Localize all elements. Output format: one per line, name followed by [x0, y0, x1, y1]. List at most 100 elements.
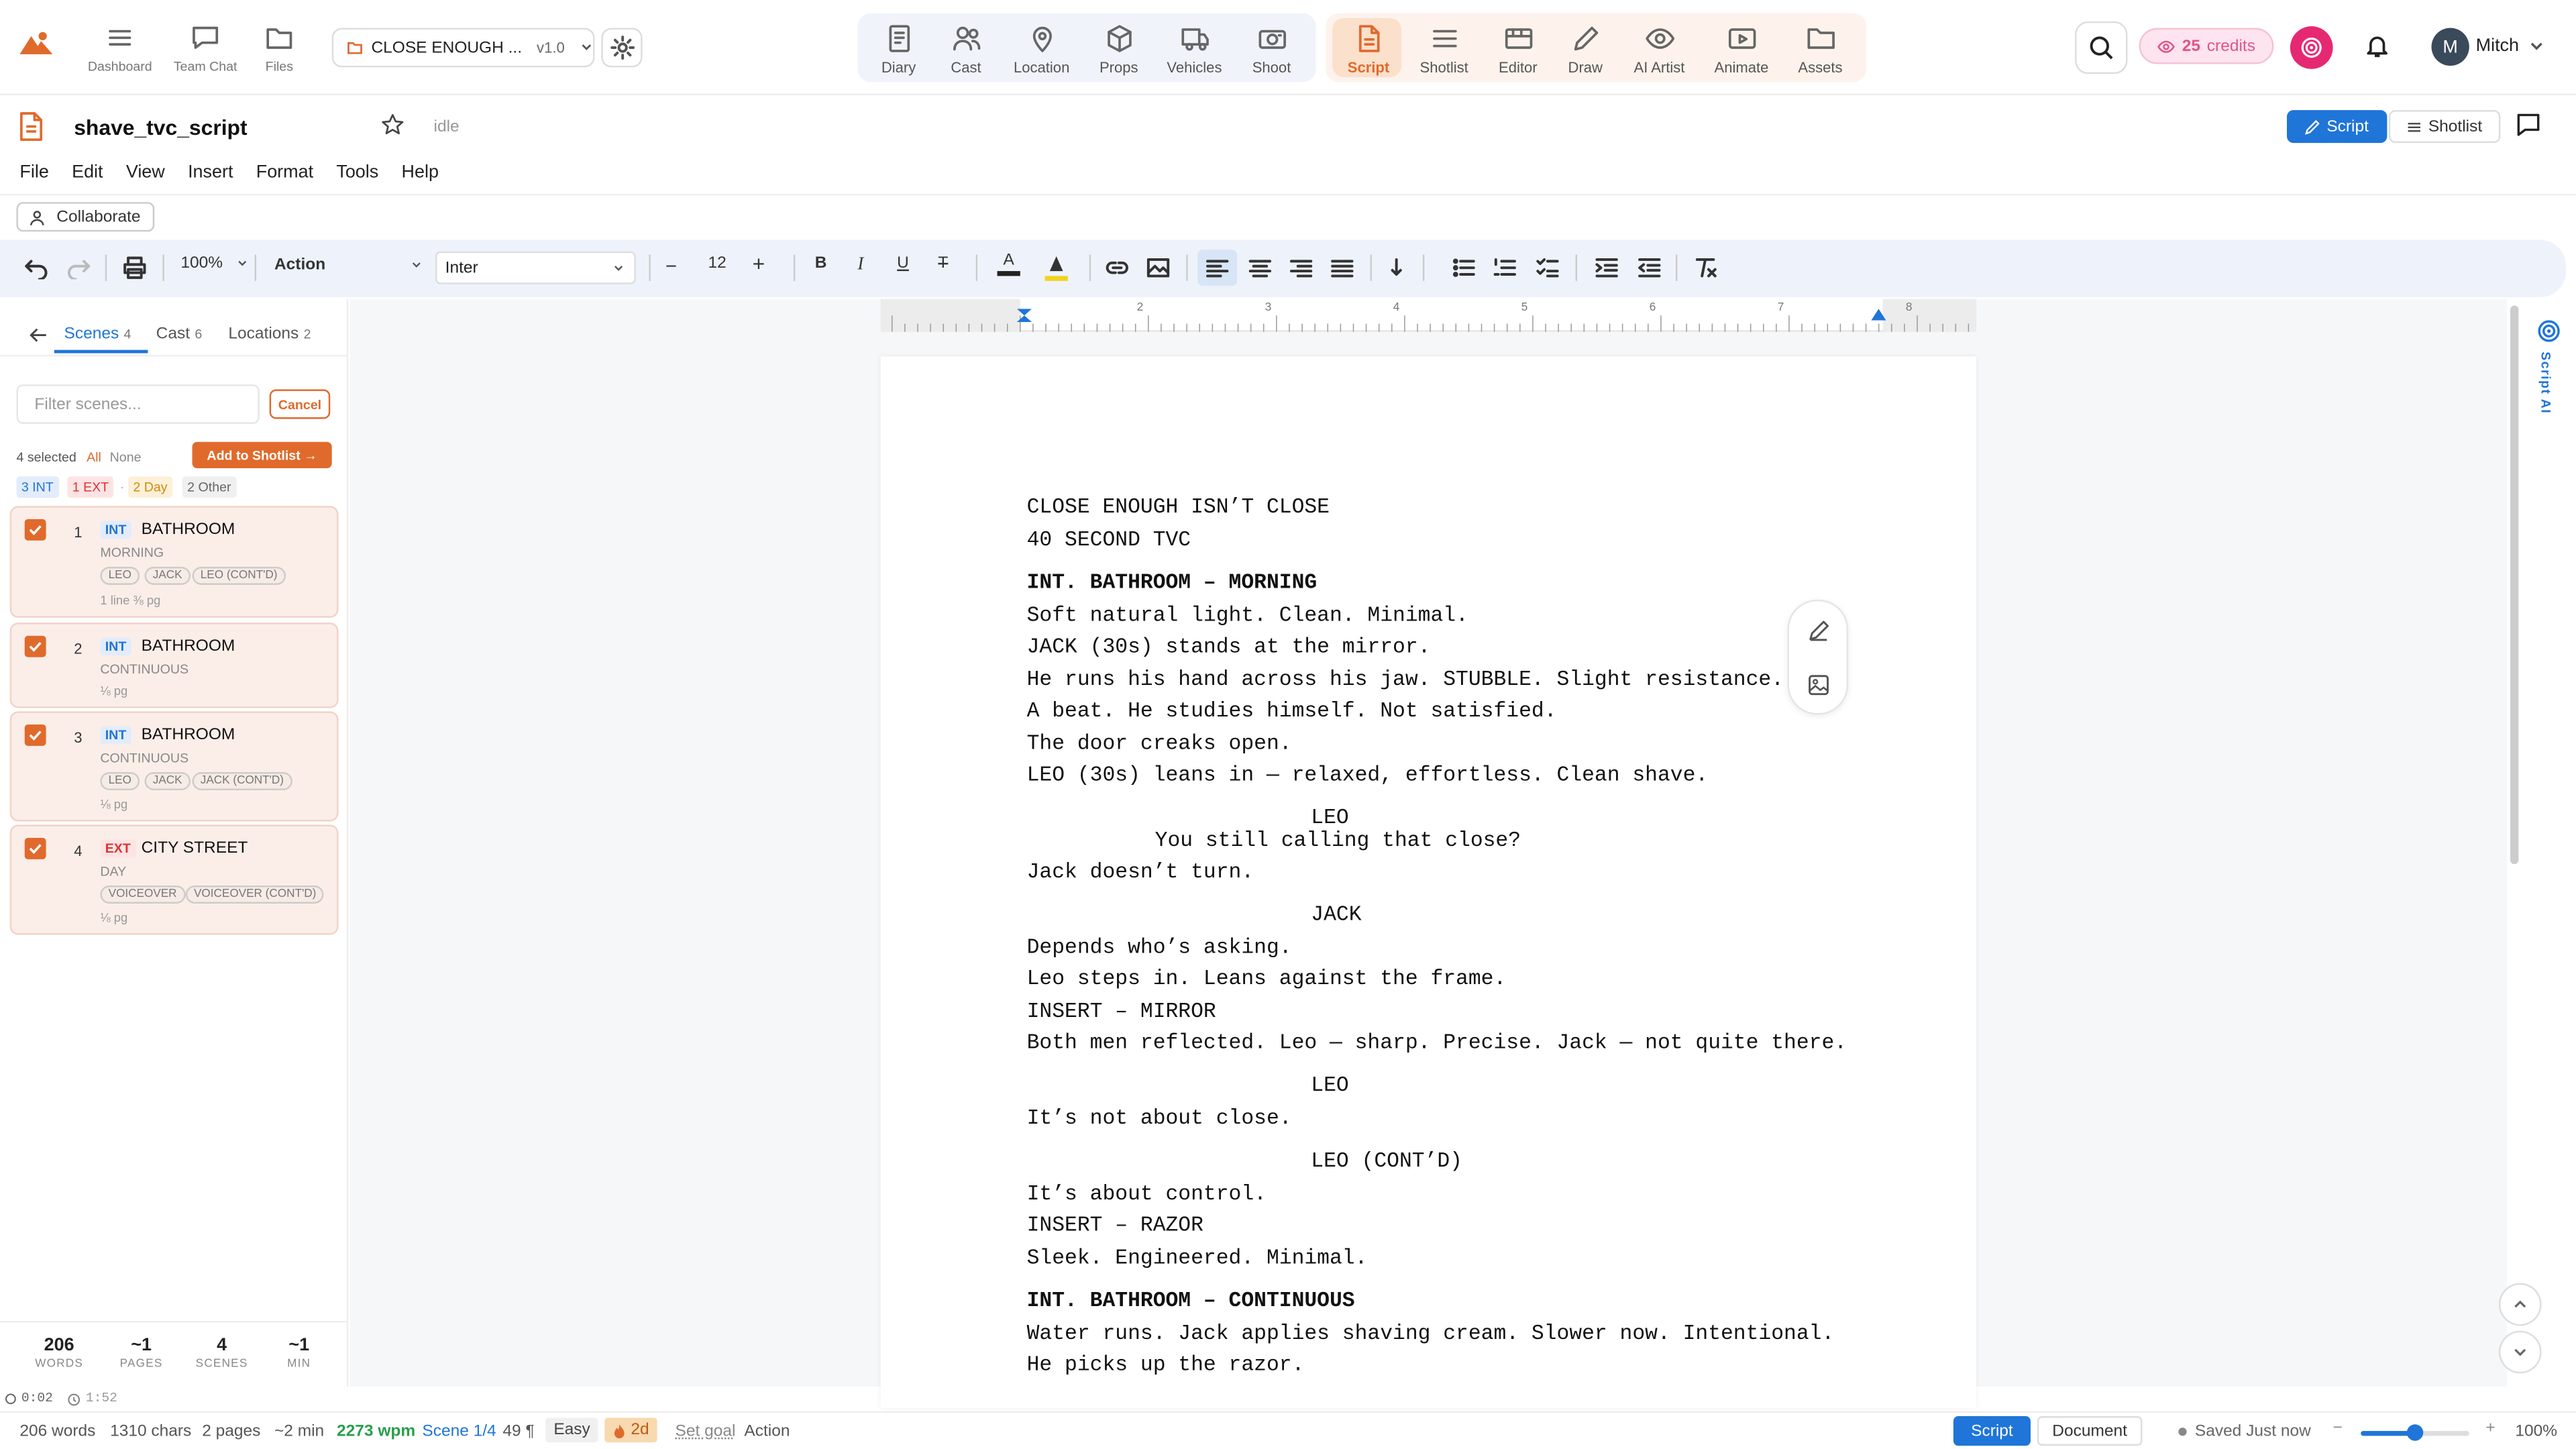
script-line[interactable]: INSERT – MIRROR	[1027, 999, 1216, 1024]
mode-script-button[interactable]: Script	[1953, 1416, 2031, 1446]
view-tab-script[interactable]: Script	[2287, 110, 2387, 144]
scene-checkbox[interactable]	[24, 724, 46, 746]
document-title[interactable]: shave_tvc_script	[74, 115, 247, 140]
nav-dashboard[interactable]: Dashboard	[79, 23, 161, 74]
menu-file[interactable]: File	[19, 162, 48, 182]
zoom-slider[interactable]	[2361, 1424, 2469, 1441]
sidebar-tab-scenes[interactable]: Scenes 4	[64, 325, 131, 343]
project-settings-button[interactable]	[601, 28, 643, 68]
script-line[interactable]: Leo steps in. Leans against the frame.	[1027, 966, 1507, 991]
script-line[interactable]: Both men reflected. Leo — sharp. Precise…	[1027, 1030, 1847, 1055]
scene-card[interactable]: 4 EXT CITY STREET DAY VOICEOVER VOICEOVE…	[9, 824, 339, 935]
scene-heading[interactable]: INT. BATHROOM – CONTINUOUS	[1027, 1288, 1355, 1313]
user-avatar[interactable]: M	[2431, 28, 2469, 66]
highlight-color-button[interactable]	[1044, 255, 1068, 281]
clear-format-icon[interactable]	[1694, 256, 1717, 279]
scroll-down-button[interactable]	[2498, 1330, 2542, 1374]
select-all-link[interactable]: All	[87, 450, 101, 465]
link-icon[interactable]	[1106, 256, 1128, 279]
editor-scrollbar[interactable]	[2510, 305, 2519, 865]
scene-checkbox[interactable]	[24, 635, 46, 657]
filter-chip-ext[interactable]: 1 EXT	[67, 476, 114, 498]
filter-chip-day[interactable]: 2 Day	[128, 476, 172, 498]
character-cue[interactable]: LEO (CONT’D)	[1311, 1148, 1462, 1173]
scene-card[interactable]: 2 INT BATHROOM CONTINUOUS ⅛ pg	[9, 623, 339, 708]
outdent-icon[interactable]	[1638, 256, 1661, 279]
align-center-icon[interactable]	[1248, 256, 1272, 279]
dialogue-line[interactable]: You still calling that close?	[1155, 828, 1521, 853]
global-search-button[interactable]	[2075, 21, 2128, 74]
tool-location[interactable]: Location	[1004, 23, 1079, 76]
image-icon[interactable]	[1807, 674, 1830, 696]
character-cue[interactable]: LEO	[1311, 1073, 1348, 1097]
favorite-button[interactable]	[381, 113, 404, 136]
select-none-link[interactable]: None	[110, 450, 142, 465]
script-line[interactable]: A beat. He studies himself. Not satisfie…	[1027, 698, 1557, 723]
right-indent-marker[interactable]	[1871, 309, 1886, 321]
scroll-up-button[interactable]	[2498, 1283, 2542, 1326]
set-goal-link[interactable]: Set goal	[676, 1423, 736, 1441]
notifications-button[interactable]	[2364, 33, 2390, 59]
menu-edit[interactable]: Edit	[72, 162, 103, 182]
scene-checkbox[interactable]	[24, 837, 46, 859]
script-line[interactable]: Sleek. Engineered. Minimal.	[1027, 1245, 1368, 1270]
mode-document-button[interactable]: Document	[2037, 1416, 2143, 1446]
nav-files[interactable]: Files	[238, 23, 320, 74]
project-selector[interactable]: CLOSE ENOUGH ... v1.0	[331, 28, 595, 68]
undo-icon[interactable]	[25, 256, 48, 280]
credits-badge[interactable]: 25 credits	[2139, 28, 2274, 64]
ai-assistant-button[interactable]	[2290, 26, 2333, 69]
zoom-out-button[interactable]: −	[2333, 1419, 2343, 1438]
align-justify-icon[interactable]	[1331, 256, 1354, 279]
tool-diary[interactable]: Diary	[861, 23, 936, 76]
filter-chip-other[interactable]: 2 Other	[182, 476, 236, 498]
font-size-increase[interactable]: +	[753, 252, 765, 276]
script-line[interactable]: JACK (30s) stands at the mirror.	[1027, 634, 1431, 659]
scene-card[interactable]: 1 INT BATHROOM MORNING LEO JACK LEO (CON…	[9, 506, 339, 618]
script-line[interactable]: Soft natural light. Clean. Minimal.	[1027, 603, 1468, 628]
underline-button[interactable]: U	[897, 255, 909, 273]
tool-editor[interactable]: Editor	[1481, 23, 1556, 76]
script-line[interactable]: It’s not about close.	[1027, 1106, 1292, 1130]
print-icon[interactable]	[123, 256, 146, 279]
script-line[interactable]: Water runs. Jack applies shaving cream. …	[1027, 1321, 1835, 1346]
add-to-shotlist-button[interactable]: Add to Shotlist →	[192, 441, 332, 468]
pencil-icon[interactable]	[1807, 619, 1830, 642]
script-line[interactable]: The door creaks open.	[1027, 731, 1292, 756]
text-color-button[interactable]: A	[997, 252, 1020, 276]
script-ai-rail[interactable]: Script AI	[2520, 299, 2576, 1387]
align-left-icon[interactable]	[1206, 256, 1229, 279]
bullet-list-icon[interactable]	[1452, 256, 1475, 279]
filter-chip-int[interactable]: 3 INT	[16, 476, 59, 498]
script-line[interactable]: It’s about control.	[1027, 1181, 1267, 1206]
numbered-list-icon[interactable]	[1493, 256, 1516, 279]
tool-props[interactable]: Props	[1081, 23, 1157, 76]
script-line[interactable]: Jack doesn’t turn.	[1027, 859, 1254, 884]
app-logo[interactable]	[18, 30, 54, 56]
redo-icon[interactable]	[67, 256, 91, 280]
tool-assets[interactable]: Assets	[1782, 23, 1858, 76]
menu-insert[interactable]: Insert	[188, 162, 233, 182]
view-tab-shotlist[interactable]: Shotlist	[2388, 110, 2501, 144]
image-icon[interactable]	[1146, 256, 1170, 279]
scene-card[interactable]: 3 INT BATHROOM CONTINUOUS LEO JACK JACK …	[9, 711, 339, 822]
scene-filter-input[interactable]: Filter scenes...	[16, 384, 260, 424]
script-line[interactable]: CLOSE ENOUGH ISN’T CLOSE	[1027, 494, 1330, 519]
user-menu[interactable]: Mitch	[2476, 36, 2546, 56]
cancel-selection-button[interactable]: Cancel	[269, 389, 331, 419]
italic-button[interactable]: I	[857, 255, 863, 274]
menu-tools[interactable]: Tools	[336, 162, 378, 182]
script-line[interactable]: He runs his hand across his jaw. STUBBLE…	[1027, 667, 1784, 692]
character-cue[interactable]: JACK	[1311, 902, 1361, 927]
line-height-icon[interactable]	[1385, 256, 1408, 279]
script-line[interactable]: He picks up the razor.	[1027, 1352, 1305, 1377]
font-size-value[interactable]: 12	[708, 255, 727, 273]
scene-heading[interactable]: INT. BATHROOM – MORNING	[1027, 570, 1318, 595]
menu-format[interactable]: Format	[256, 162, 313, 182]
script-line[interactable]: Depends who’s asking.	[1027, 934, 1292, 959]
left-indent-marker[interactable]	[1016, 309, 1032, 323]
sidebar-tab-cast[interactable]: Cast 6	[156, 325, 203, 343]
character-cue[interactable]: LEO	[1311, 805, 1348, 830]
tool-draw[interactable]: Draw	[1548, 23, 1623, 76]
font-select[interactable]: Inter	[435, 251, 636, 284]
